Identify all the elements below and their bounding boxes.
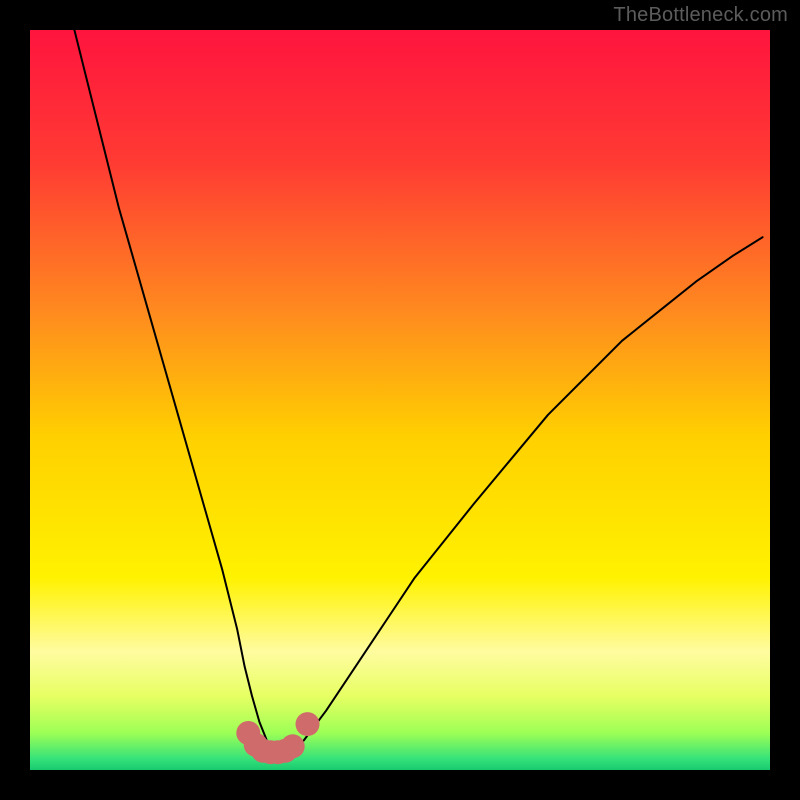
highlight-markers [236, 712, 319, 764]
highlight-marker [281, 734, 305, 758]
bottleneck-curve [74, 30, 762, 753]
plot-area [30, 30, 770, 770]
watermark-text: TheBottleneck.com [613, 4, 788, 27]
curve-layer [30, 30, 770, 770]
highlight-marker [296, 712, 320, 736]
chart-frame: TheBottleneck.com [0, 0, 800, 800]
